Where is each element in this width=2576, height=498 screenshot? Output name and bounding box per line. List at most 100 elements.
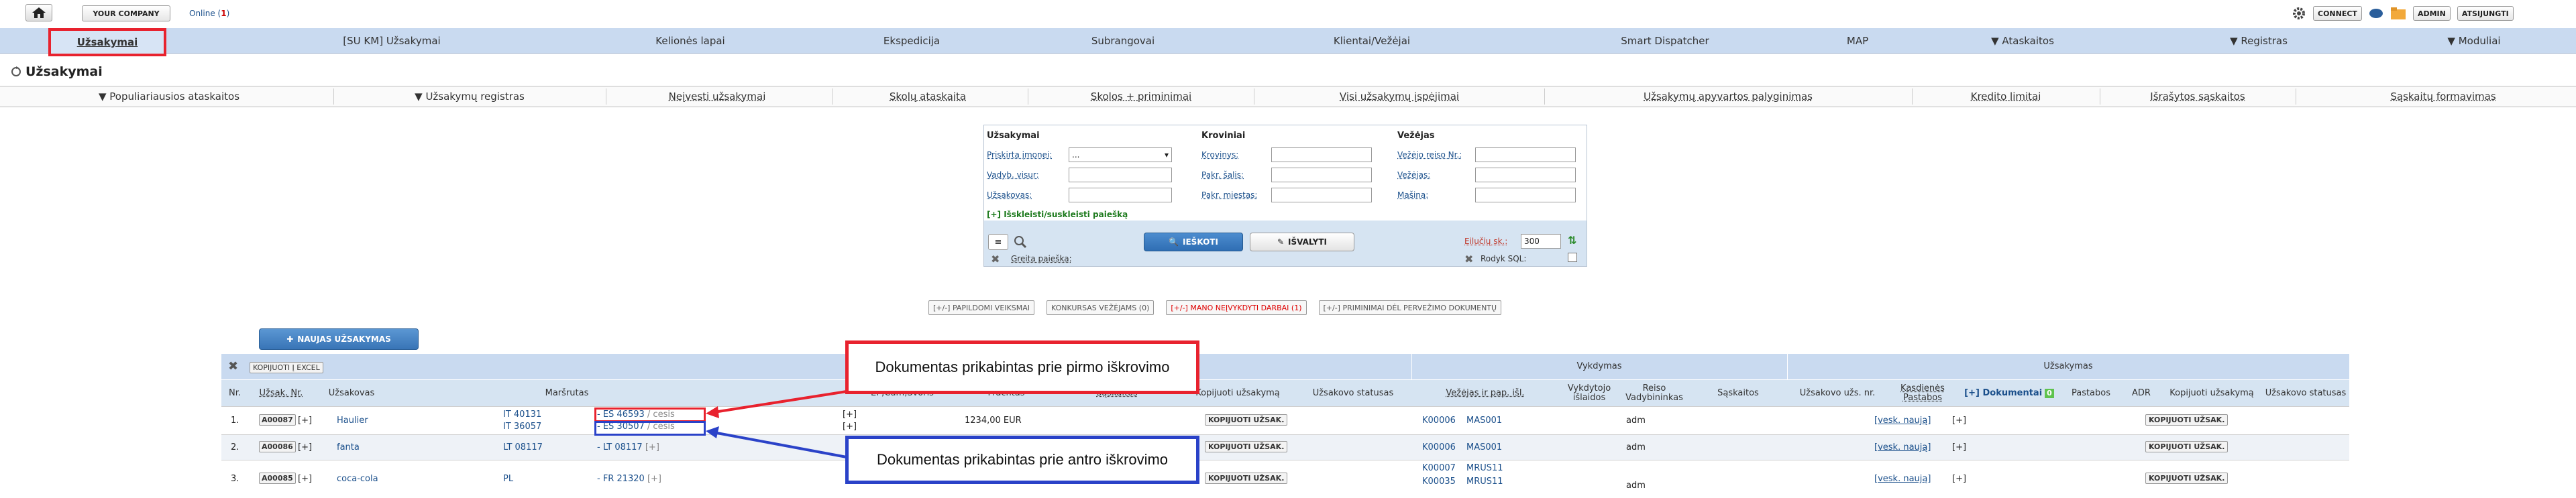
logout-button[interactable]: ATSIJUNGTI [2457,6,2514,21]
carrier-tender-chip[interactable]: KONKURSAS VEŽĖJAMS (0) [1046,300,1155,315]
home-button[interactable] [25,4,52,21]
route-from[interactable]: PL [503,474,513,484]
documents-expand[interactable]: [+] [1952,416,1966,426]
load-city-input[interactable] [1271,188,1372,202]
th-daily-notes[interactable]: Kasdienės Pastabos [1888,380,1957,407]
ep-expand-1[interactable]: [+] [843,410,857,420]
subnav-credit-limits[interactable]: Kredito limitai [1971,86,2041,107]
order-id[interactable]: A00085 [259,473,296,484]
copy-order-button-2[interactable]: KOPIJUOTI UŽSAK. [2145,414,2229,426]
copy-order-button[interactable]: KOPIJUOTI UŽSAK. [1205,473,1288,484]
vehicle-input[interactable] [1475,188,1576,202]
order-expand[interactable]: [+] [298,416,312,426]
rows-count-input[interactable]: 300 [1521,234,1561,249]
subnav-debts-reminders[interactable]: Skolos + priminimai [1091,86,1191,107]
client-link[interactable]: fanta [337,442,360,452]
th-carrier[interactable]: Vežėjas ir pap. išl. [1411,380,1559,407]
menu-button[interactable]: ≡ [988,234,1008,250]
carrier-name[interactable]: MRUS11 [1466,463,1503,473]
document-reminders-chip[interactable]: [+/-] PRIMINIMAI DĖL PERVEŽIMO DOKUMENTŲ [1318,300,1502,315]
cargo-input[interactable] [1271,147,1372,162]
subnav-all-warnings[interactable]: Visi užsakymų įspėjimai [1340,86,1459,107]
carrier-trip-input[interactable] [1475,147,1576,162]
th-documents[interactable]: [+] Dokumentai 0 [1957,380,2061,407]
order-id[interactable]: A00086 [259,441,296,452]
subnav-invoice-forming[interactable]: Sąskaitų formavimas [2390,86,2496,107]
table-row[interactable]: 3. A00085 [+] coca-cola PL - FR 21320 [+… [221,460,2349,498]
show-sql-checkbox[interactable] [1568,253,1577,262]
nav-smart-dispatcher[interactable]: Smart Dispatcher [1621,28,1709,54]
ep-expand-2[interactable]: [+] [843,422,857,432]
subnav-order-registry[interactable]: ▼ Užsakymų registras [415,86,525,107]
nav-registry[interactable]: ▼ Registras [2230,28,2288,54]
client-link[interactable]: coca-cola [337,474,378,484]
table-row[interactable]: 2. A00086 [+] fanta LT 08117 - LT 08117 … [221,434,2349,460]
daily-notes-link[interactable]: [vesk. naują] [1874,474,1931,484]
route-from[interactable]: IT 40131 [503,410,541,420]
subnav-unentered-orders[interactable]: Neįvesti užsakymai [669,86,766,107]
nav-subcontractors[interactable]: Subrangovai [1091,28,1155,54]
manager-input[interactable] [1069,168,1172,182]
table-tools-icon[interactable]: ✖ [228,359,238,373]
new-order-button[interactable]: ✚ NAUJAS UŽSAKYMAS [259,328,419,350]
quick-search-label[interactable]: Greita paieška: [1011,254,1072,263]
carrier-code-2[interactable]: K00035 [1422,477,1456,487]
admin-button[interactable]: ADMIN [2412,6,2451,21]
carrier-code[interactable]: K00006 [1422,416,1456,426]
documents-expand[interactable]: [+] [1952,474,1966,484]
load-country-input[interactable] [1271,168,1372,182]
folder-icon[interactable] [2390,7,2406,20]
copy-order-button[interactable]: KOPIJUOTI UŽSAK. [1205,414,1288,426]
carrier-name[interactable]: MAS001 [1466,416,1502,426]
copy-order-button[interactable]: KOPIJUOTI UŽSAK. [1205,441,1288,452]
nav-reports[interactable]: ▼ Ataskaitos [1991,28,2054,54]
extra-actions-chip[interactable]: [+/-] PAPILDOMI VEIKSMAI [928,300,1034,315]
table-row[interactable]: 1. A00087 [+] Haulier IT 40131 IT 36057 … [221,406,2349,434]
carrier-name[interactable]: MAS001 [1466,442,1502,452]
carrier-name-2[interactable]: MRUS11 [1466,477,1503,487]
subnav-issued-invoices[interactable]: Išrašytos sąskaitos [2150,86,2245,107]
order-expand[interactable]: [+] [298,442,312,452]
search-button[interactable]: 🔍 IEŠKOTI [1144,233,1243,251]
chat-icon[interactable] [2369,7,2383,19]
daily-notes-link[interactable]: [vesk. naują] [1874,416,1931,426]
th-order-nr[interactable]: Užsak. Nr. [248,380,314,407]
nav-map[interactable]: MAP [1847,28,1868,54]
nav-orders[interactable]: Užsakymai [48,28,166,56]
unload-1[interactable]: - LT 08117 [+] [597,442,659,452]
route-from[interactable]: LT 08117 [503,442,543,452]
subnav-turnover-comparison[interactable]: Užsakymų apyvartos palyginimas [1644,86,1813,107]
copy-order-button-2[interactable]: KOPIJUOTI UŽSAK. [2145,473,2229,484]
company-button[interactable]: YOUR COMPANY [82,5,170,21]
expand-search-toggle[interactable]: [+] Išskleisti/suskleisti paiešką [987,210,1128,219]
order-id[interactable]: A00087 [259,414,296,426]
subnav-popular-reports[interactable]: ▼ Populiariausios ataskaitos [99,86,239,107]
client-link[interactable]: Haulier [337,416,368,426]
route-to[interactable]: IT 36057 [503,422,541,432]
daily-notes-link[interactable]: [vesk. naują] [1874,442,1931,452]
subnav-debt-report[interactable]: Skolų ataskaita [890,86,966,107]
nav-clients-carriers[interactable]: Klientai/Vežėjai [1334,28,1410,54]
client-input[interactable] [1069,188,1172,202]
online-users[interactable]: Online (1) [189,9,229,18]
order-expand[interactable]: [+] [298,474,312,484]
zoom-icon[interactable] [1014,235,1027,249]
sort-icon[interactable]: ⇅ [1568,234,1576,247]
copy-excel-button[interactable]: KOPIJUOTI Į EXCEL [250,362,323,373]
nav-trip-sheets[interactable]: Kelionės lapai [655,28,724,54]
nav-modules[interactable]: ▼ Moduliai [2447,28,2500,54]
nav-expedition[interactable]: Ekspedicija [883,28,940,54]
gear-icon[interactable] [2292,6,2306,21]
assigned-company-select[interactable]: ... ▾ [1069,147,1172,162]
clear-button[interactable]: ✎ IŠVALYTI [1250,233,1354,251]
my-pending-tasks-chip[interactable]: [+/-] MANO NEĮVYKDYTI DARBAI (1) [1166,300,1307,315]
unload-1[interactable]: - FR 21320 [+] [597,474,661,484]
nav-km-orders[interactable]: [SU KM] Užsakymai [343,28,440,54]
refresh-icon[interactable] [11,66,21,77]
carrier-code[interactable]: K00006 [1422,442,1456,452]
documents-expand[interactable]: [+] [1952,442,1966,452]
connect-button[interactable]: CONNECT [2313,6,2362,21]
carrier-code[interactable]: K00007 [1422,463,1456,473]
copy-order-button-2[interactable]: KOPIJUOTI UŽSAK. [2145,441,2229,452]
carrier-input[interactable] [1475,168,1576,182]
